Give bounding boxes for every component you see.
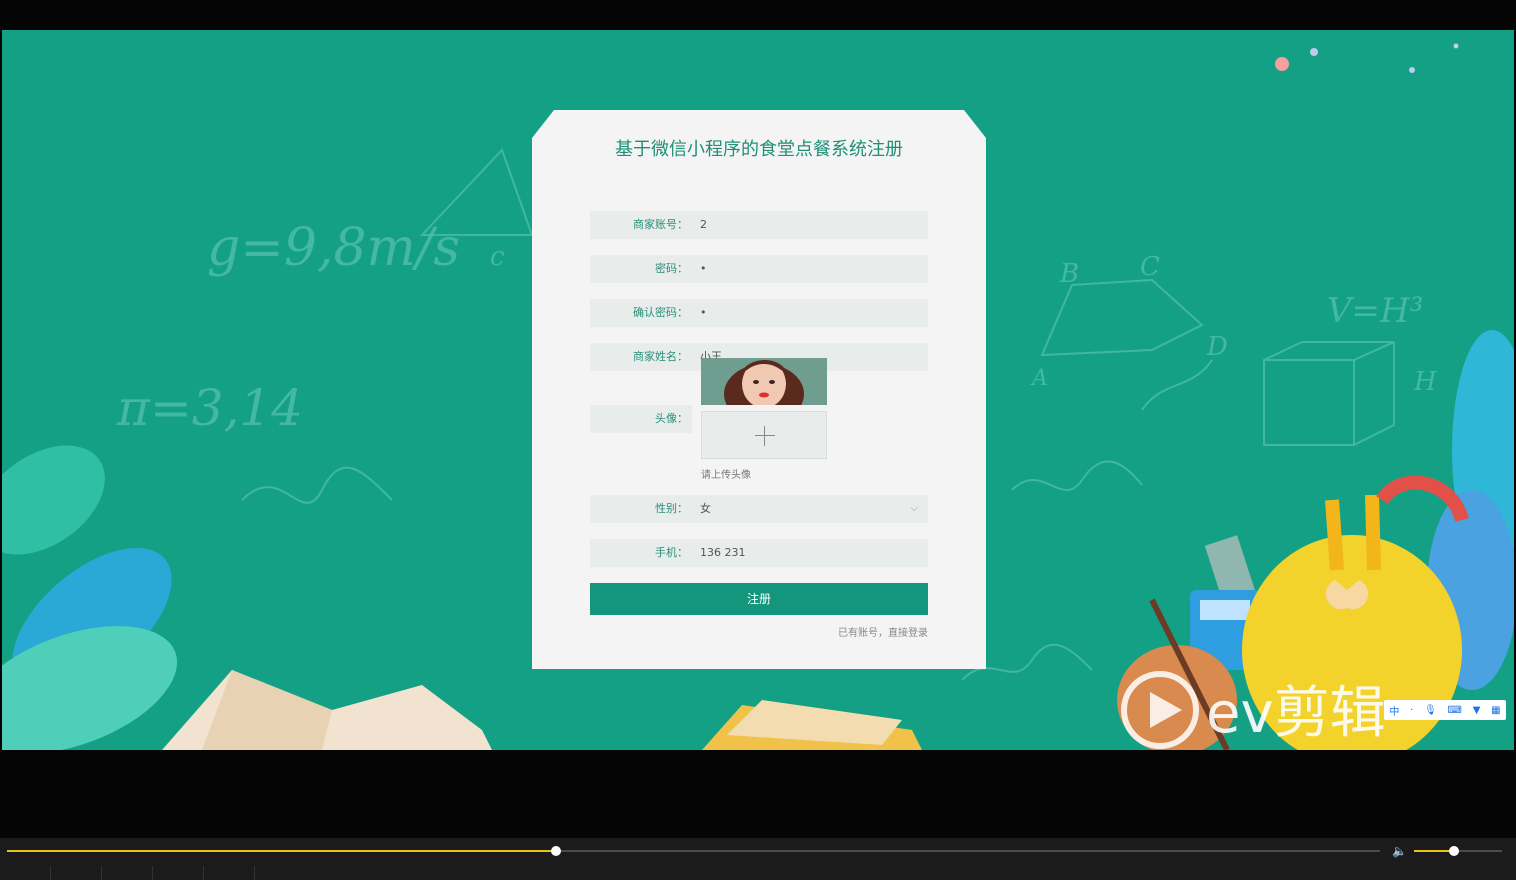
gender-select[interactable]: 女 — [700, 495, 920, 523]
avatar-upload-button[interactable] — [701, 411, 827, 459]
chevron-down-icon: ⌵ — [910, 503, 918, 514]
svg-text:D: D — [1206, 332, 1228, 362]
merchant-account-input[interactable]: 2 — [700, 211, 920, 239]
control-tab[interactable] — [102, 866, 153, 880]
control-tab[interactable] — [51, 866, 102, 880]
player-controls: 🔈 — [0, 838, 1516, 880]
microphone-icon[interactable]: 🎙 — [1424, 705, 1437, 716]
control-tabs — [0, 866, 255, 880]
chalk-formula-volume: V=H³ — [1327, 291, 1423, 331]
svg-text:A: A — [1030, 366, 1048, 391]
avatar-row: 头像： — [590, 405, 692, 433]
avatar-label: 头像： — [655, 412, 688, 425]
merchant-account-row: 商家账号： 2 — [590, 211, 928, 239]
progress-handle[interactable] — [551, 846, 562, 856]
page-title: 基于微信小程序的食堂点餐系统注册 — [615, 139, 903, 160]
confirm-password-input[interactable]: • — [700, 299, 920, 327]
ime-language-toggle[interactable]: 中 — [1389, 703, 1399, 718]
svg-text:H: H — [1413, 367, 1438, 397]
login-link[interactable]: 已有账号，直接登录 — [838, 624, 928, 639]
password-label: 密码： — [655, 262, 688, 275]
ime-toolbar[interactable]: 中 · 🎙 ⌨ ▼ ▦ — [1384, 700, 1506, 720]
grid-icon[interactable]: ▦ — [1491, 705, 1500, 716]
password-input[interactable]: • — [700, 255, 920, 283]
books-decoration — [162, 670, 922, 750]
chalk-formula-gravity: g=9,8m/s — [207, 218, 460, 278]
register-card: 基于微信小程序的食堂点餐系统注册 商家账号： 2 密码： • 确认密码： • 商… — [532, 110, 986, 669]
progress-bar[interactable] — [7, 846, 1380, 856]
control-tab[interactable] — [0, 866, 51, 880]
control-tab[interactable] — [204, 866, 255, 880]
phone-input[interactable]: 136 231 — [700, 539, 920, 567]
merchant-account-label: 商家账号： — [633, 218, 688, 231]
watermark-text: ev剪辑 — [1206, 681, 1386, 746]
dot-icon: · — [1410, 704, 1414, 716]
register-button[interactable]: 注册 — [590, 583, 928, 615]
confirm-password-row: 确认密码： • — [590, 299, 928, 327]
avatar-preview[interactable] — [701, 358, 827, 405]
video-frame[interactable]: g=9,8m/s π=3,14 V=H³ B C D A H c 基于微信小程序… — [2, 30, 1514, 750]
progress-fill — [7, 850, 557, 852]
svg-text:C: C — [1140, 252, 1160, 282]
volume-fill — [1414, 850, 1454, 852]
gender-row[interactable]: 性别： 女 ⌵ — [590, 495, 928, 523]
control-tab[interactable] — [153, 866, 204, 880]
password-row: 密码： • — [590, 255, 928, 283]
upload-hint: 请上传头像 — [701, 470, 751, 481]
chalk-formula-pi: π=3,14 — [116, 379, 303, 437]
phone-row: 手机： 136 231 — [590, 539, 928, 567]
svg-text:B: B — [1059, 259, 1079, 289]
volume-slider[interactable] — [1414, 846, 1502, 856]
svg-text:c: c — [490, 242, 505, 272]
gender-label: 性别： — [655, 502, 688, 515]
video-player: g=9,8m/s π=3,14 V=H³ B C D A H c 基于微信小程序… — [0, 0, 1516, 880]
keyboard-icon[interactable]: ⌨ — [1448, 705, 1462, 716]
volume-icon[interactable]: 🔈 — [1392, 844, 1407, 858]
plus-icon — [755, 435, 775, 436]
volume-handle[interactable] — [1448, 846, 1459, 856]
shirt-icon[interactable]: ▼ — [1473, 705, 1481, 716]
merchant-name-label: 商家姓名： — [633, 350, 688, 363]
confirm-password-label: 确认密码： — [633, 306, 688, 319]
phone-label: 手机： — [655, 546, 688, 559]
